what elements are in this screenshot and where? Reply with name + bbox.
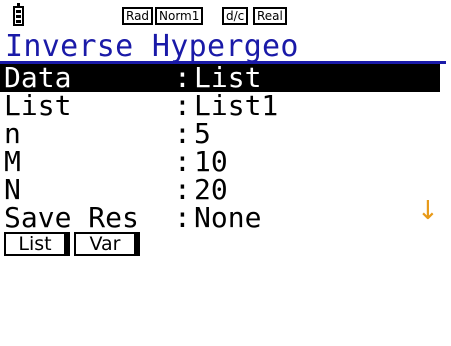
setting-value: 10	[194, 145, 228, 178]
angle-mode-badge: Rad	[122, 7, 154, 25]
setting-label: n	[4, 117, 21, 150]
fraction-mode-badge: d/c	[222, 7, 249, 25]
setting-value: List1	[194, 89, 279, 122]
setting-row-list[interactable]: List : List1	[0, 92, 440, 120]
setting-row-save-res[interactable]: Save Res : None	[0, 204, 440, 232]
setting-value: None	[194, 201, 262, 234]
setting-label: Save Res	[4, 201, 139, 234]
setting-colon: :	[174, 61, 191, 94]
setting-label: Data	[4, 61, 72, 94]
setting-row-m[interactable]: M : 10	[0, 148, 440, 176]
arrow-down-icon: ↓	[417, 196, 439, 226]
f2-var-button[interactable]: Var	[74, 232, 140, 256]
display-mode-badge: Norm1	[155, 7, 204, 25]
setting-value: 5	[194, 117, 211, 150]
setting-label: M	[4, 145, 21, 178]
setting-value: List	[194, 61, 262, 94]
setting-colon: :	[174, 117, 191, 150]
complex-mode-badge: Real	[253, 7, 287, 25]
setting-colon: :	[174, 89, 191, 122]
f1-list-button[interactable]: List	[4, 232, 70, 256]
setting-row-data[interactable]: Data : List	[0, 64, 440, 92]
setting-label: List	[4, 89, 72, 122]
setting-row-n[interactable]: n : 5	[0, 120, 440, 148]
setting-row-population[interactable]: N : 20	[0, 176, 440, 204]
status-bar: Rad Norm1 d/c Real	[4, 2, 447, 30]
battery-icon	[13, 3, 24, 26]
setting-colon: :	[174, 173, 191, 206]
calculator-screen: Rad Norm1 d/c Real Inverse Hypergeo Data…	[0, 0, 451, 262]
setting-colon: :	[174, 145, 191, 178]
page-title: Inverse Hypergeo	[5, 29, 299, 64]
setting-colon: :	[174, 201, 191, 234]
setting-value: 20	[194, 173, 228, 206]
setting-label: N	[4, 173, 21, 206]
